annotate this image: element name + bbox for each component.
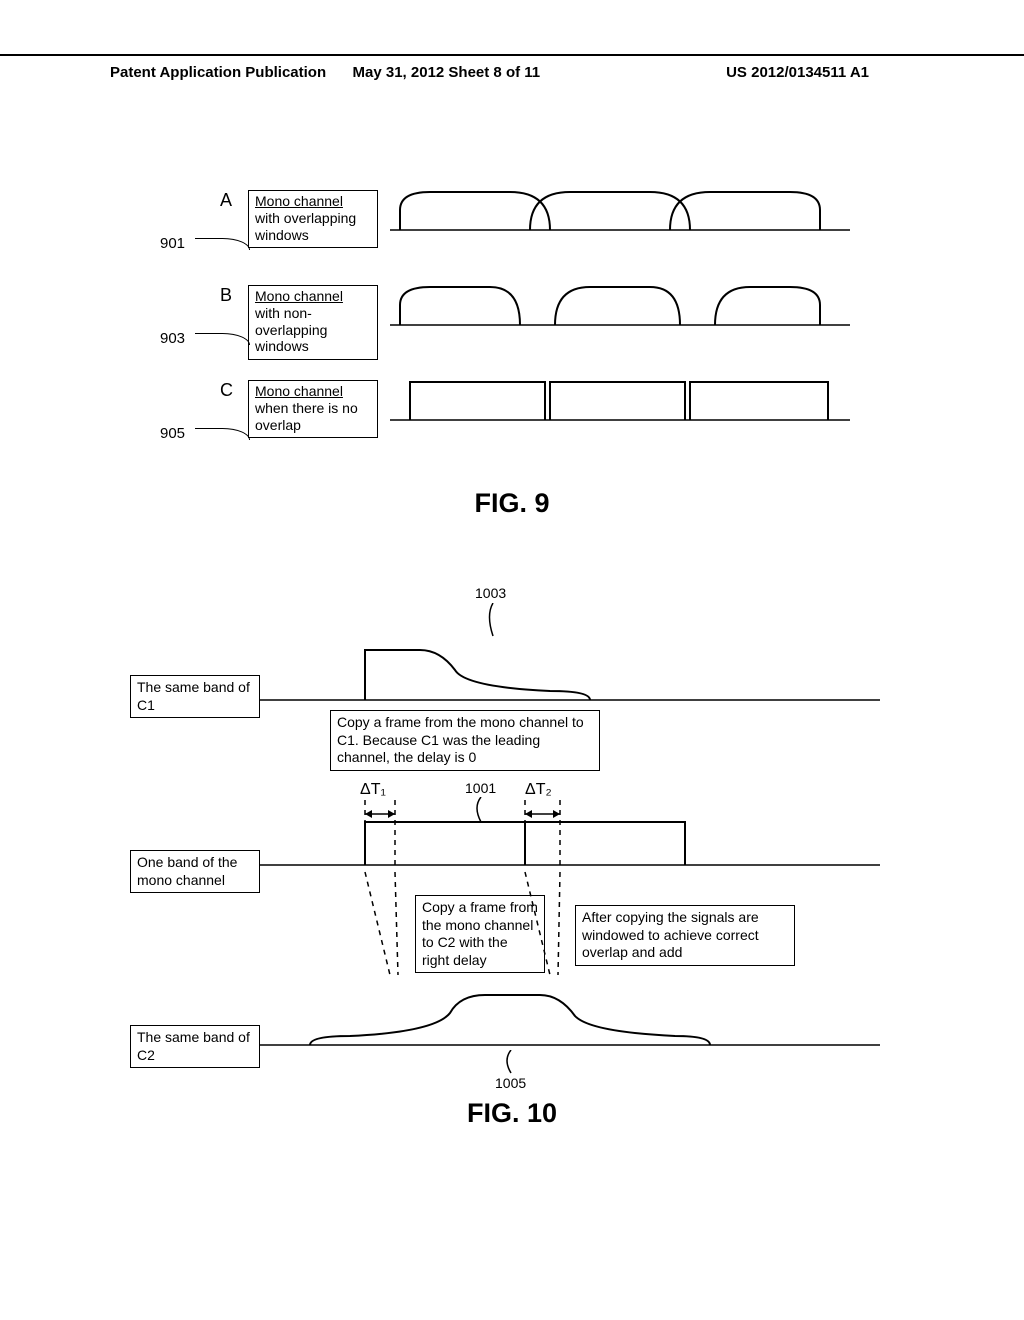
label-underline: Mono channel bbox=[255, 383, 343, 399]
leader-1005 bbox=[503, 1050, 519, 1076]
ref-1005: 1005 bbox=[495, 1075, 526, 1092]
label-underline: Mono channel bbox=[255, 288, 343, 304]
delta-t1: ΔT₁ bbox=[360, 780, 386, 799]
fig10-note-c1: Copy a frame from the mono channel to C1… bbox=[330, 710, 600, 771]
wave-rect bbox=[390, 370, 850, 430]
label-rest: when there is no overlap bbox=[255, 400, 358, 433]
fig9-title: FIG. 9 bbox=[474, 488, 549, 519]
leader-line bbox=[195, 238, 250, 250]
fig9-row-b: B Mono channel with non-overlapping wind… bbox=[160, 285, 880, 380]
fig10-note-c2: Copy a frame from the mono channel to C2… bbox=[415, 895, 545, 973]
leader-line bbox=[195, 333, 250, 345]
fig10-note-post: After copying the signals are windowed t… bbox=[575, 905, 795, 966]
c2-band bbox=[260, 980, 880, 1055]
delta-t2: ΔT₂ bbox=[525, 780, 552, 799]
ref-901: 901 bbox=[160, 235, 185, 252]
fig10-label-c1: The same band of C1 bbox=[130, 675, 260, 718]
fig9-label-c: Mono channel when there is no overlap bbox=[248, 380, 378, 438]
label-underline: Mono channel bbox=[255, 193, 343, 209]
header-right: US 2012/0134511 A1 bbox=[726, 64, 869, 81]
ref-903: 903 bbox=[160, 330, 185, 347]
fig10-title: FIG. 10 bbox=[467, 1098, 557, 1129]
fig9-label-b: Mono channel with non-overlapping window… bbox=[248, 285, 378, 360]
ref-905: 905 bbox=[160, 425, 185, 442]
ref-1001: 1001 bbox=[465, 780, 496, 797]
leader-line bbox=[195, 428, 250, 440]
fig9-row-c: C Mono channel when there is no overlap … bbox=[160, 380, 880, 465]
page: Patent Application Publication May 31, 2… bbox=[0, 0, 1024, 1320]
fig9-label-a: Mono channel with overlapping windows bbox=[248, 190, 378, 248]
wave-nonoverlapping bbox=[390, 275, 850, 335]
label-rest: with overlapping windows bbox=[255, 210, 356, 243]
header-center: May 31, 2012 Sheet 8 of 11 bbox=[353, 64, 541, 81]
fig10-label-c2: The same band of C2 bbox=[130, 1025, 260, 1068]
leader-1003 bbox=[486, 603, 500, 639]
fig10-label-mono: One band of the mono channel bbox=[130, 850, 260, 893]
row-letter: C bbox=[220, 380, 233, 401]
label-rest: with non-overlapping windows bbox=[255, 305, 327, 355]
page-header: Patent Application Publication May 31, 2… bbox=[0, 54, 1024, 81]
c1-band bbox=[260, 635, 880, 705]
header-left: Patent Application Publication bbox=[110, 64, 326, 81]
figure-9: A Mono channel with overlapping windows … bbox=[160, 190, 880, 465]
ref-1003: 1003 bbox=[475, 585, 506, 602]
row-letter: B bbox=[220, 285, 232, 306]
wave-overlapping bbox=[390, 180, 850, 240]
row-letter: A bbox=[220, 190, 232, 211]
fig9-row-a: A Mono channel with overlapping windows … bbox=[160, 190, 880, 285]
